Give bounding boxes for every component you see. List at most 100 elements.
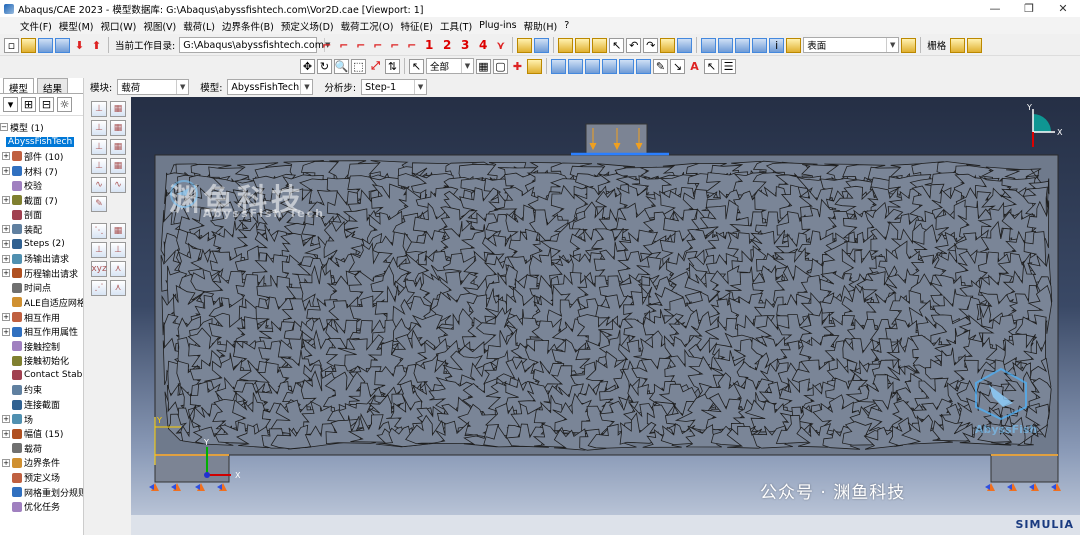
tree-item[interactable]: + 相互作用属性 bbox=[0, 324, 83, 339]
save-icon[interactable] bbox=[38, 37, 53, 53]
expand-icon[interactable]: + bbox=[2, 429, 10, 438]
tree-item[interactable]: + 材料 (7) bbox=[0, 164, 83, 179]
grid-icon[interactable] bbox=[950, 37, 966, 53]
select-from-viewport-icon[interactable]: ▦ bbox=[476, 58, 491, 74]
boolean-icon[interactable] bbox=[558, 37, 574, 53]
viewport-canvas[interactable]: Y Y X Y X bbox=[131, 97, 1080, 515]
expand-icon[interactable]: + bbox=[2, 167, 10, 176]
workdir-combo[interactable]: G:\Abaqus\abyssfishtech.com ▼ bbox=[179, 37, 330, 53]
left-support[interactable] bbox=[154, 454, 230, 483]
view-yx-icon[interactable]: ⌐ bbox=[336, 38, 351, 53]
load-case-manager-icon[interactable]: ▦ bbox=[110, 158, 126, 174]
tree-item[interactable]: 网格重划分规则 bbox=[0, 485, 83, 500]
filter-icon[interactable]: ▾ bbox=[3, 97, 18, 112]
select-cursor-icon[interactable]: ↖ bbox=[409, 58, 424, 74]
restore-button[interactable]: ❐ bbox=[1012, 0, 1046, 17]
expand-icon[interactable]: ⊞ bbox=[21, 97, 36, 112]
tree-item[interactable]: 时间点 bbox=[0, 281, 83, 296]
menu-model[interactable]: 模型(M) bbox=[59, 19, 101, 33]
tree-item[interactable]: + 截面 (7) bbox=[0, 193, 83, 208]
tree-item[interactable]: 校验 bbox=[0, 178, 83, 193]
sphere-icon[interactable] bbox=[592, 37, 608, 53]
highlight-icon[interactable]: ☼ bbox=[57, 97, 72, 112]
render-hidden-icon[interactable] bbox=[718, 37, 734, 53]
part-display-icon[interactable] bbox=[517, 37, 533, 53]
view-3-button[interactable]: 3 bbox=[457, 38, 473, 52]
tree-item[interactable]: 载荷 bbox=[0, 441, 83, 456]
edit-attribute-icon[interactable]: ✎ bbox=[91, 196, 107, 212]
pan-icon[interactable]: ✥ bbox=[300, 58, 315, 74]
box-zoom-icon[interactable]: ⬚ bbox=[351, 58, 366, 74]
menu-view[interactable]: 视图(V) bbox=[143, 19, 183, 33]
layer-icon[interactable] bbox=[527, 58, 542, 74]
csys-axis-icon[interactable]: ⋏ bbox=[110, 261, 126, 277]
load-manager-icon[interactable]: ▦ bbox=[110, 101, 126, 117]
expand-icon[interactable]: + bbox=[2, 240, 10, 249]
export-icon[interactable]: ⬆ bbox=[89, 38, 104, 53]
expand-icon[interactable]: + bbox=[2, 225, 10, 234]
render-style-combo[interactable]: 表面 ▼ bbox=[803, 37, 900, 53]
right-support[interactable] bbox=[990, 454, 1059, 483]
model-combo[interactable]: AbyssFishTech ▼ bbox=[227, 79, 314, 95]
menu-plugins[interactable]: Plug-ins bbox=[479, 20, 523, 31]
menu-tools[interactable]: 工具(T) bbox=[440, 19, 479, 33]
expand-icon[interactable]: + bbox=[2, 327, 10, 336]
color-mapping-icon[interactable] bbox=[901, 37, 917, 53]
tree-root[interactable]: − 模型 (1) bbox=[0, 120, 83, 135]
cube-icon[interactable] bbox=[967, 37, 983, 53]
minimize-button[interactable]: — bbox=[978, 0, 1012, 17]
open-file-icon[interactable] bbox=[21, 37, 36, 53]
create-bc-icon[interactable]: ⊥ bbox=[91, 120, 107, 136]
zoom-icon[interactable]: 🔍 bbox=[334, 58, 349, 74]
menu-viewport[interactable]: 视口(W) bbox=[101, 19, 144, 33]
step-combo[interactable]: Step-1 ▼ bbox=[361, 79, 428, 95]
menu-file[interactable]: 文件(F) bbox=[0, 19, 59, 33]
tree-item[interactable]: + 历程输出请求 bbox=[0, 266, 83, 281]
menu-load-case[interactable]: 载荷工况(O) bbox=[341, 19, 401, 33]
expand-icon[interactable]: + bbox=[2, 254, 10, 263]
reference-point-icon[interactable]: ⋰ bbox=[91, 280, 107, 296]
tree-item[interactable]: + Steps (2) bbox=[0, 237, 83, 252]
tree-item[interactable]: Contact Stabilizations bbox=[0, 368, 83, 383]
tree-item[interactable]: 预定义场 bbox=[0, 470, 83, 485]
bc-manager-icon[interactable]: ▦ bbox=[110, 120, 126, 136]
partition-icon[interactable]: ⋱ bbox=[91, 223, 107, 239]
rotate-icon[interactable]: ↻ bbox=[317, 58, 332, 74]
datum-icon[interactable]: ⊥ bbox=[91, 242, 107, 258]
create-field-icon[interactable]: ⊥ bbox=[91, 139, 107, 155]
mesh-icon[interactable] bbox=[677, 37, 693, 53]
expand-icon[interactable]: + bbox=[2, 313, 10, 322]
select-arrow-icon[interactable]: ↖ bbox=[609, 37, 625, 53]
tree-item[interactable]: + 场输出请求 bbox=[0, 251, 83, 266]
expand-icon[interactable]: + bbox=[2, 196, 10, 205]
redo-icon[interactable]: ↷ bbox=[643, 37, 659, 53]
tree-item[interactable]: 优化任务 bbox=[0, 499, 83, 514]
print-icon[interactable] bbox=[55, 37, 70, 53]
display-group-3-icon[interactable] bbox=[585, 58, 600, 74]
view-zy-icon[interactable]: ⌐ bbox=[404, 38, 419, 53]
box-select-icon[interactable]: ▢ bbox=[493, 58, 508, 74]
intersect-icon[interactable] bbox=[575, 37, 591, 53]
display-group-5-icon[interactable] bbox=[619, 58, 634, 74]
collapse-icon[interactable]: − bbox=[0, 123, 8, 132]
menu-predefined-field[interactable]: 预定义场(D) bbox=[281, 19, 341, 33]
display-group-1-icon[interactable] bbox=[551, 58, 566, 74]
module-combo[interactable]: 载荷 ▼ bbox=[117, 79, 190, 95]
tree-item[interactable]: 约束 bbox=[0, 383, 83, 398]
tree-item[interactable]: + 部件 (10) bbox=[0, 149, 83, 164]
color-code-icon[interactable] bbox=[786, 37, 802, 53]
display-group-2-icon[interactable] bbox=[568, 58, 583, 74]
create-amplitude-icon[interactable]: ∿ bbox=[91, 177, 107, 193]
create-csys-icon[interactable]: xyz bbox=[91, 261, 107, 277]
create-load-icon[interactable]: ⊥ bbox=[91, 101, 107, 117]
amplitude-manager-icon[interactable]: ∿ bbox=[110, 177, 126, 193]
arrow-annotate-icon[interactable]: ↘ bbox=[670, 58, 685, 74]
datum-manager-icon[interactable]: ⊥ bbox=[110, 242, 126, 258]
tree-item[interactable]: + 装配 bbox=[0, 222, 83, 237]
create-load-case-icon[interactable]: ⊥ bbox=[91, 158, 107, 174]
tree-item[interactable]: 连接截面 bbox=[0, 397, 83, 412]
tree-item[interactable]: + 场 bbox=[0, 412, 83, 427]
tree-item[interactable]: 接触初始化 bbox=[0, 354, 83, 369]
view-yz-icon[interactable]: ⌐ bbox=[387, 38, 402, 53]
close-button[interactable]: ✕ bbox=[1046, 0, 1080, 17]
